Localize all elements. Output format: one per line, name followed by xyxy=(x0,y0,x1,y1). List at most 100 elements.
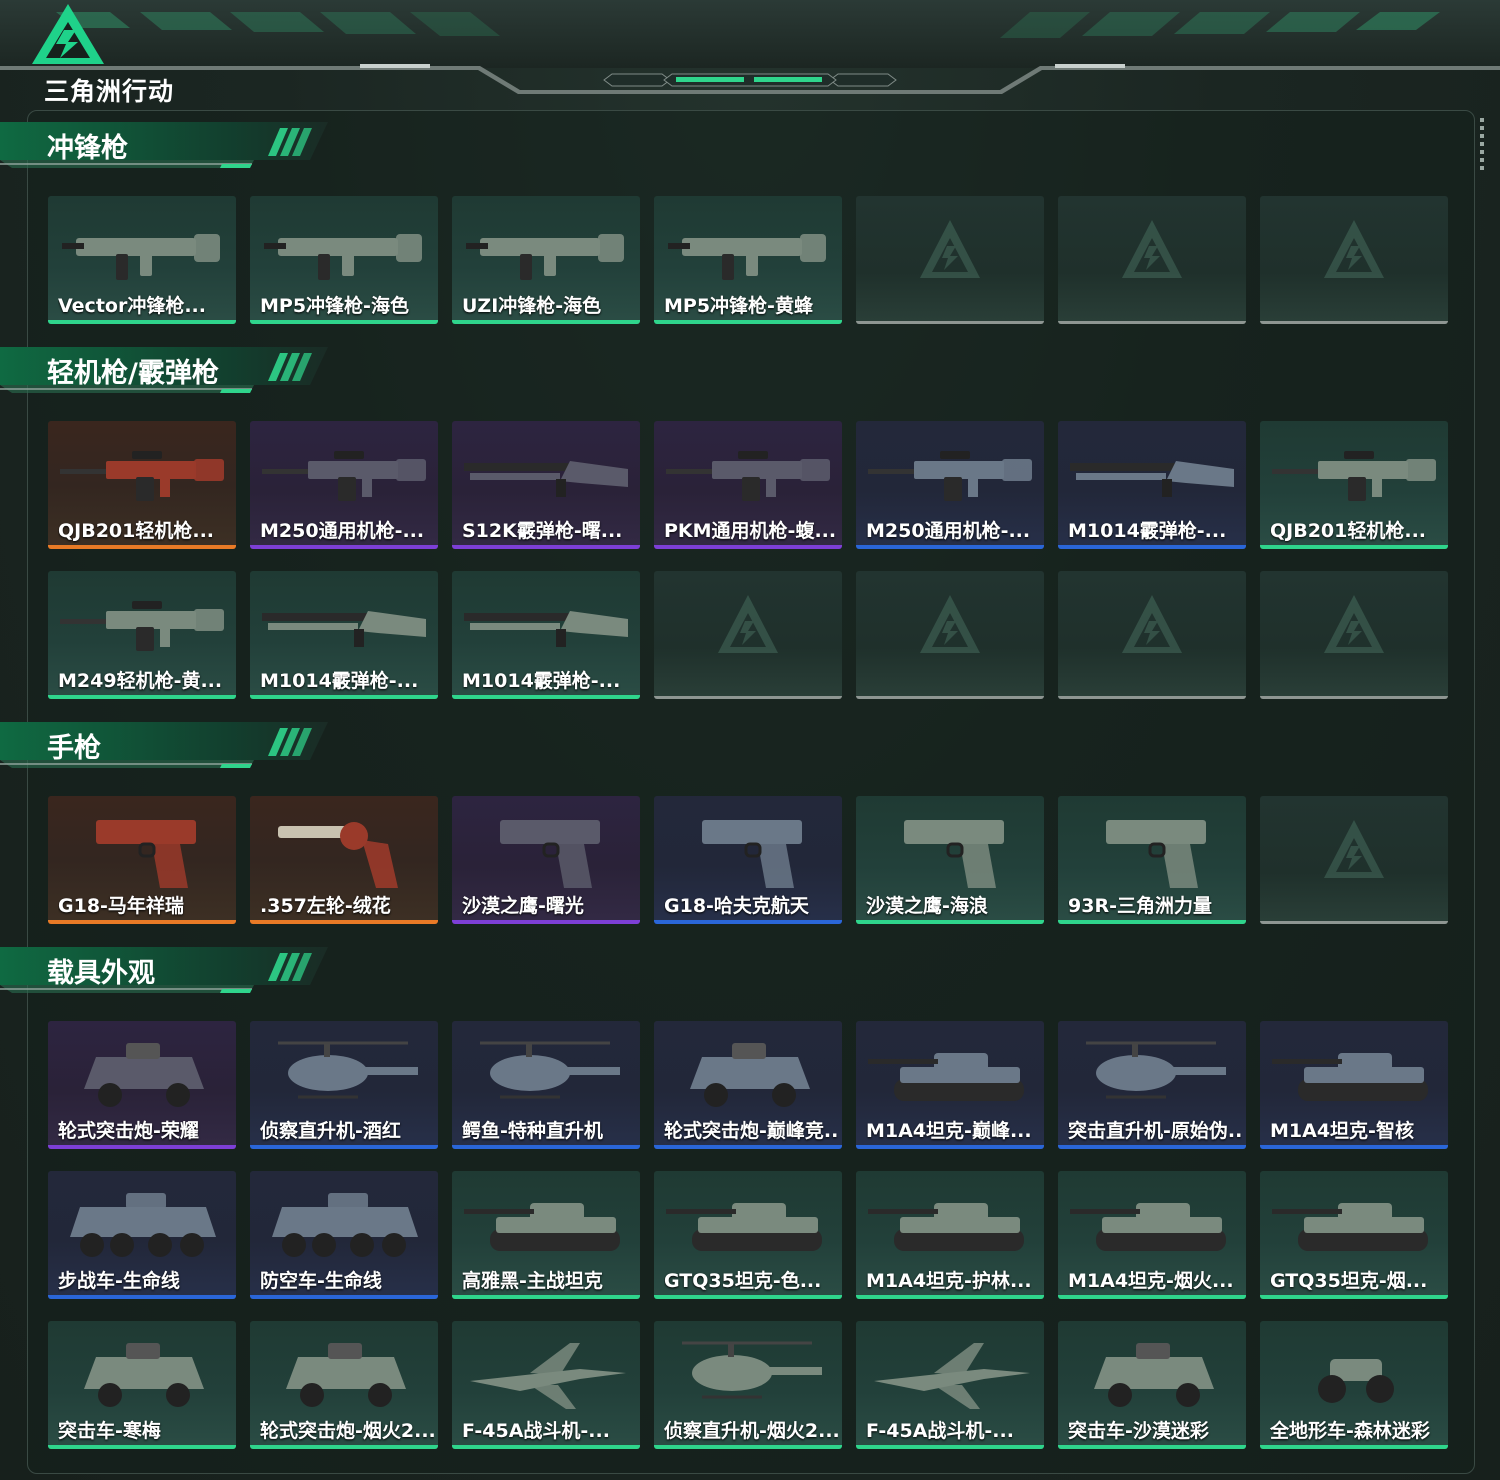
rarity-bar xyxy=(48,1145,236,1149)
skin-card[interactable]: 突击直升机-原始伪... xyxy=(1058,1021,1246,1149)
skin-name: 93R-三角洲力量 xyxy=(1068,895,1212,917)
skin-card[interactable]: QJB201轻机枪... xyxy=(48,421,236,549)
rarity-bar xyxy=(856,321,1044,324)
rarity-bar xyxy=(452,320,640,324)
skin-card[interactable]: 沙漠之鹰-海浪 xyxy=(856,796,1044,924)
section-title: 轻机枪/霰弹枪 xyxy=(47,358,219,389)
skin-name: 沙漠之鹰-海浪 xyxy=(866,895,988,917)
jet-icon xyxy=(470,1343,626,1409)
tank-icon xyxy=(1272,1203,1428,1251)
skin-name: .357左轮-绒花 xyxy=(260,895,391,917)
skin-card[interactable]: 侦察直升机-酒红 xyxy=(250,1021,438,1149)
skin-card[interactable]: MP5冲锋枪-海色 xyxy=(250,196,438,324)
skin-name: 全地形车-森林迷彩 xyxy=(1270,1420,1430,1442)
skin-card[interactable]: 轮式突击炮-烟火2... xyxy=(250,1321,438,1449)
skin-name: MP5冲锋枪-海色 xyxy=(260,295,409,317)
rarity-bar xyxy=(452,695,640,699)
skin-name: GTQ35坦克-色... xyxy=(664,1270,822,1292)
section-header: 冲锋枪 xyxy=(0,120,330,176)
skin-card[interactable]: 93R-三角洲力量 xyxy=(1058,796,1246,924)
skin-card[interactable]: GTQ35坦克-色... xyxy=(654,1171,842,1299)
armored-car-icon xyxy=(690,1043,810,1107)
skin-card[interactable]: M250通用机枪-... xyxy=(250,421,438,549)
skin-card[interactable]: M1A4坦克-烟火... xyxy=(1058,1171,1246,1299)
skin-card[interactable]: S12K霰弹枪-曙... xyxy=(452,421,640,549)
skin-card[interactable]: MP5冲锋枪-黄蜂 xyxy=(654,196,842,324)
rarity-bar xyxy=(48,695,236,699)
skin-name: 轮式突击炮-荣耀 xyxy=(58,1120,199,1142)
empty-slot xyxy=(1260,571,1448,699)
tank-icon xyxy=(666,1203,822,1251)
pistol-icon xyxy=(500,820,600,888)
skin-card[interactable]: PKM通用机枪-蝮... xyxy=(654,421,842,549)
skin-card[interactable]: G18-马年祥瑞 xyxy=(48,796,236,924)
skin-card[interactable]: G18-哈夫克航天 xyxy=(654,796,842,924)
skin-card[interactable]: 轮式突击炮-巅峰竞... xyxy=(654,1021,842,1149)
placeholder-logo-icon xyxy=(1324,220,1384,278)
armored-car-icon xyxy=(286,1343,406,1407)
skin-name: MP5冲锋枪-黄蜂 xyxy=(664,295,813,317)
skin-card[interactable]: 全地形车-森林迷彩 xyxy=(1260,1321,1448,1449)
skin-card[interactable]: QJB201轻机枪... xyxy=(1260,421,1448,549)
skin-name: QJB201轻机枪... xyxy=(58,520,215,542)
skin-card[interactable]: 沙漠之鹰-曙光 xyxy=(452,796,640,924)
skin-card[interactable]: UZI冲锋枪-海色 xyxy=(452,196,640,324)
skin-card[interactable]: F-45A战斗机-... xyxy=(856,1321,1044,1449)
empty-slot xyxy=(1058,196,1246,324)
lmg-icon xyxy=(1272,451,1436,501)
skin-name: 侦察直升机-酒红 xyxy=(260,1120,401,1142)
skin-card[interactable]: M1014霰弹枪-... xyxy=(250,571,438,699)
atv-icon xyxy=(1318,1359,1394,1403)
helicopter-icon xyxy=(278,1041,418,1099)
skin-card[interactable]: 突击车-沙漠迷彩 xyxy=(1058,1321,1246,1449)
skin-card[interactable]: 突击车-寒梅 xyxy=(48,1321,236,1449)
skin-card[interactable]: F-45A战斗机-... xyxy=(452,1321,640,1449)
armored-car-icon xyxy=(84,1343,204,1407)
placeholder-logo-icon xyxy=(1324,595,1384,653)
section-header: 手枪 xyxy=(0,720,330,776)
skin-name: G18-马年祥瑞 xyxy=(58,895,184,917)
rarity-bar xyxy=(654,1445,842,1449)
skin-name: F-45A战斗机-... xyxy=(866,1420,1014,1442)
ifv-icon xyxy=(272,1193,418,1257)
rarity-bar xyxy=(654,920,842,924)
skin-name: QJB201轻机枪... xyxy=(1270,520,1427,542)
skin-card[interactable]: M1014霰弹枪-... xyxy=(1058,421,1246,549)
skin-card[interactable]: M1A4坦克-巅峰... xyxy=(856,1021,1044,1149)
skin-name: 鳄鱼-特种直升机 xyxy=(462,1120,603,1142)
rarity-bar xyxy=(1260,321,1448,324)
rarity-bar xyxy=(250,545,438,549)
rarity-bar xyxy=(452,1445,640,1449)
skin-card[interactable]: GTQ35坦克-烟... xyxy=(1260,1171,1448,1299)
rarity-bar xyxy=(1058,321,1246,324)
skin-name: 突击车-寒梅 xyxy=(58,1420,161,1442)
skin-card[interactable]: M1A4坦克-护林... xyxy=(856,1171,1044,1299)
skin-name: Vector冲锋枪... xyxy=(58,295,206,317)
skin-card[interactable]: M249轻机枪-黄... xyxy=(48,571,236,699)
pistol-icon xyxy=(904,820,1004,888)
smg-icon xyxy=(668,234,826,280)
lmg-icon xyxy=(666,451,830,501)
rarity-bar xyxy=(452,920,640,924)
page-background: 三角洲行动 冲锋枪 Vector冲锋枪... MP5冲锋枪-海色 UZI冲锋枪-海色 M… xyxy=(0,0,1500,1480)
skin-card[interactable]: M1014霰弹枪-... xyxy=(452,571,640,699)
lmg-icon xyxy=(868,451,1032,501)
skin-card[interactable]: .357左轮-绒花 xyxy=(250,796,438,924)
skin-name: UZI冲锋枪-海色 xyxy=(462,295,602,317)
skin-card[interactable]: 鳄鱼-特种直升机 xyxy=(452,1021,640,1149)
placeholder-logo-icon xyxy=(920,220,980,278)
pistol-icon xyxy=(96,820,196,888)
lmg-icon xyxy=(60,601,224,651)
scrollbar[interactable] xyxy=(1480,118,1486,178)
skin-card[interactable]: 侦察直升机-烟火2... xyxy=(654,1321,842,1449)
skin-card[interactable]: 轮式突击炮-荣耀 xyxy=(48,1021,236,1149)
skin-card[interactable]: M250通用机枪-... xyxy=(856,421,1044,549)
empty-slot xyxy=(856,571,1044,699)
skin-card[interactable]: 防空车-生命线 xyxy=(250,1171,438,1299)
skin-card[interactable]: Vector冲锋枪... xyxy=(48,196,236,324)
skin-card[interactable]: 高雅黑-主战坦克 xyxy=(452,1171,640,1299)
helicopter-icon xyxy=(682,1341,822,1399)
skin-card[interactable]: M1A4坦克-智核 xyxy=(1260,1021,1448,1149)
skin-card[interactable]: 步战车-生命线 xyxy=(48,1171,236,1299)
lmg-icon xyxy=(60,451,224,501)
